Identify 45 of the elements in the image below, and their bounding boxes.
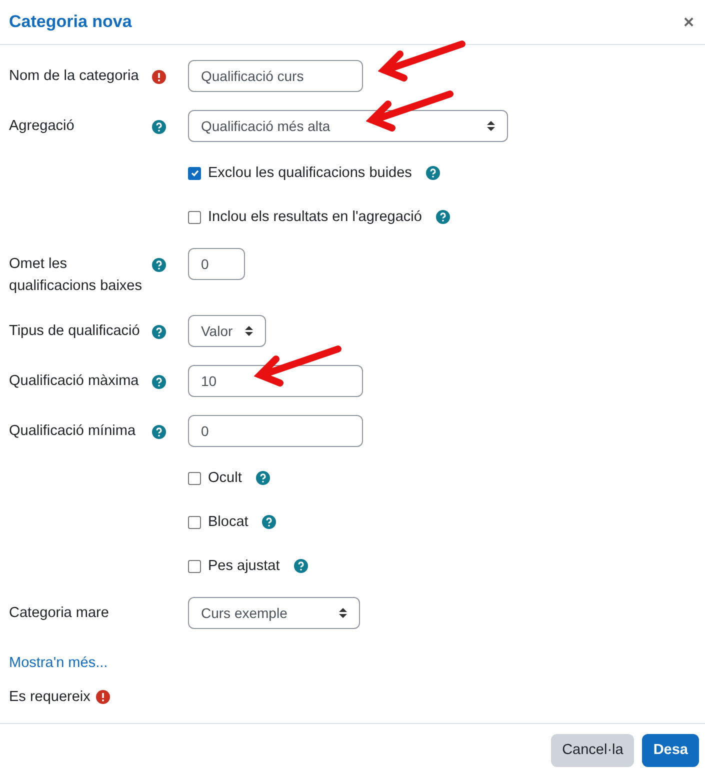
checkbox[interactable]: [188, 560, 201, 572]
save-button[interactable]: Desa: [642, 734, 699, 766]
dropdown[interactable]: Qualificació més alta: [188, 110, 508, 142]
field-label: Omet les qualificacions baixes: [9, 255, 143, 296]
checkbox-label: Pes ajustat: [208, 558, 280, 574]
checkbox[interactable]: [188, 472, 201, 484]
field-label: Categoria mare: [9, 604, 110, 623]
text-field[interactable]: 0: [188, 248, 245, 280]
checkbox-label: Inclou els resultats en l'agregació: [208, 209, 422, 225]
field-label: Agregació: [9, 117, 76, 136]
field-label: Qualificació mínima: [9, 422, 137, 441]
field-label: Tipus de qualificació: [9, 322, 141, 341]
show-more-link[interactable]: Mostra'n més...: [9, 655, 108, 671]
checkbox-label: Blocat: [208, 514, 248, 530]
help-icon[interactable]: [152, 258, 166, 272]
check-icon: [190, 168, 200, 178]
checkbox-label: Ocult: [208, 470, 242, 486]
dropdown[interactable]: Curs exemple: [188, 597, 360, 629]
cancel-button[interactable]: Cancel·la: [551, 734, 634, 766]
text-field[interactable]: 0: [188, 415, 363, 447]
close-button[interactable]: ×: [681, 13, 696, 31]
field-label: Nom de la categoria: [9, 67, 140, 86]
caret-icon: [245, 325, 253, 337]
required-icon: [96, 690, 110, 704]
help-icon[interactable]: [152, 325, 166, 339]
help-icon[interactable]: [262, 515, 276, 529]
help-icon[interactable]: [256, 471, 270, 485]
help-icon[interactable]: [436, 210, 450, 224]
help-icon[interactable]: [294, 559, 308, 573]
checkbox[interactable]: [188, 210, 201, 224]
help-icon[interactable]: [152, 375, 166, 389]
dropdown[interactable]: Valor: [188, 315, 266, 347]
required-note: Es requereix: [9, 689, 90, 705]
help-icon[interactable]: [152, 120, 166, 134]
checkbox[interactable]: [188, 166, 201, 180]
text-field[interactable]: Qualificació curs: [188, 60, 363, 92]
dialog-title: Categoria nova: [9, 12, 132, 32]
caret-icon: [487, 120, 495, 132]
text-field[interactable]: 10: [188, 365, 363, 397]
caret-icon: [339, 607, 347, 619]
field-label: Qualificació màxima: [9, 372, 140, 391]
checkbox[interactable]: [188, 516, 201, 528]
checkbox-label: Exclou les qualificacions buides: [208, 165, 412, 181]
help-icon[interactable]: [426, 166, 440, 180]
help-icon[interactable]: [152, 425, 166, 439]
